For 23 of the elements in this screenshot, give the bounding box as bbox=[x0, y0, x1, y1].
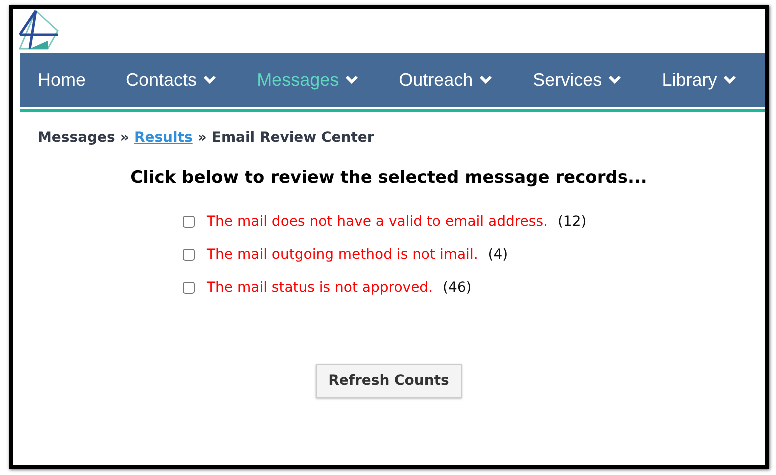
breadcrumb-item: Email Review Center bbox=[212, 130, 374, 146]
nav-item[interactable]: Home bbox=[38, 70, 86, 90]
option-count: (12) bbox=[558, 214, 587, 230]
option-label: The mail does not have a valid to email address. bbox=[207, 214, 548, 230]
checkbox[interactable] bbox=[183, 282, 195, 294]
option-label: The mail outgoing method is not imail. bbox=[207, 247, 478, 263]
nav-item[interactable]: Messages bbox=[257, 70, 360, 90]
heading: Click below to review the selected message records... bbox=[130, 168, 648, 188]
refresh-counts-button[interactable]: Refresh Counts bbox=[316, 364, 462, 398]
nav-item[interactable]: Services bbox=[533, 70, 622, 90]
option-count: (46) bbox=[443, 280, 472, 296]
nav-item[interactable]: Outreach bbox=[399, 70, 494, 90]
logo-icon bbox=[18, 9, 62, 53]
nav-item[interactable]: Contacts bbox=[126, 70, 218, 90]
nav-item[interactable]: Library bbox=[662, 70, 738, 90]
checkbox[interactable] bbox=[183, 249, 195, 261]
breadcrumb-item: Messages bbox=[38, 130, 116, 146]
breadcrumb-separator: » bbox=[120, 130, 130, 146]
option-count: (4) bbox=[488, 247, 508, 263]
breadcrumb-separator: » bbox=[198, 130, 207, 146]
breadcrumb-link[interactable]: Results bbox=[134, 130, 193, 146]
checkbox[interactable] bbox=[183, 216, 195, 228]
option-label: The mail status is not approved. bbox=[207, 280, 434, 296]
